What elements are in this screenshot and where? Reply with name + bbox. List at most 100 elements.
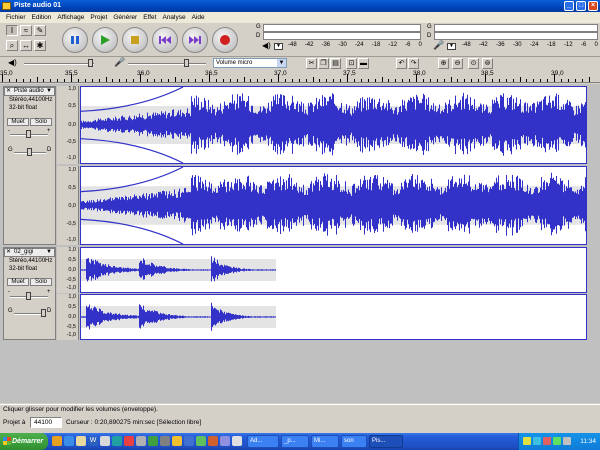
- track-2-left-waveform[interactable]: [80, 247, 587, 293]
- selection-tool-icon[interactable]: I: [6, 25, 18, 36]
- multi-tool-icon[interactable]: ✱: [34, 40, 46, 51]
- track-name-button[interactable]: ✕ Piste audio ▼: [4, 87, 55, 96]
- menu-affichage[interactable]: Affichage: [54, 14, 87, 21]
- output-volume-slider[interactable]: [24, 63, 94, 65]
- quicklaunch-app-icon[interactable]: [148, 436, 158, 446]
- track-name-button[interactable]: ✕ 02_gigi ▼: [4, 248, 55, 257]
- copy-icon[interactable]: ❐: [318, 58, 329, 69]
- meter-left-label: G: [256, 24, 261, 30]
- speaker-icon[interactable]: ◀): [262, 41, 271, 50]
- input-source-select[interactable]: Volume micro ▼: [213, 58, 287, 68]
- ruler-tick: [436, 79, 438, 82]
- close-track-icon[interactable]: ✕: [6, 249, 11, 256]
- ruler-tick: [202, 79, 204, 82]
- play-button[interactable]: [92, 27, 118, 53]
- undo-icon[interactable]: ↶: [396, 58, 407, 69]
- draw-tool-icon[interactable]: ✎: [34, 25, 46, 36]
- solo-button[interactable]: Solo: [30, 118, 52, 126]
- quicklaunch-ie-icon[interactable]: [64, 436, 74, 446]
- mute-button[interactable]: Muet: [7, 118, 29, 126]
- quicklaunch-folder-icon[interactable]: [52, 436, 62, 446]
- trim-icon[interactable]: ⊡: [346, 58, 357, 69]
- fit-project-icon[interactable]: ⊚: [482, 58, 493, 69]
- record-button[interactable]: [212, 27, 238, 53]
- quicklaunch-app-icon[interactable]: [208, 436, 218, 446]
- zoom-out-icon[interactable]: ⊖: [452, 58, 463, 69]
- quicklaunch-word-icon[interactable]: W: [88, 436, 98, 446]
- track-2-right-waveform[interactable]: [80, 294, 587, 340]
- time-shift-tool-icon[interactable]: ↔: [20, 40, 32, 51]
- zoom-in-icon[interactable]: ⊕: [438, 58, 449, 69]
- ruler-label: 38,5: [481, 70, 494, 77]
- quicklaunch-app-icon[interactable]: [124, 436, 134, 446]
- menu-projet[interactable]: Projet: [87, 14, 110, 21]
- record-meter-menu-icon[interactable]: ▼: [447, 43, 456, 50]
- tray-icon[interactable]: [523, 437, 531, 445]
- gain-thumb[interactable]: [26, 130, 31, 138]
- stop-button[interactable]: [122, 27, 148, 53]
- quicklaunch-app-icon[interactable]: [160, 436, 170, 446]
- ruler-tick: [402, 79, 404, 82]
- volume-tray-icon[interactable]: [563, 437, 571, 445]
- close-button[interactable]: ×: [588, 1, 598, 11]
- quicklaunch-app-icon[interactable]: [100, 436, 110, 446]
- maximize-button[interactable]: □: [576, 1, 586, 11]
- pan-thumb[interactable]: [41, 309, 46, 317]
- pause-icon: [71, 36, 79, 44]
- menu-analyse[interactable]: Analyse: [159, 14, 188, 21]
- menu-edition[interactable]: Edition: [29, 14, 55, 21]
- pause-button[interactable]: [62, 27, 88, 53]
- timeline-ruler[interactable]: 35,0 35,5 36,0 36,5 37,0 37,5 38,0 38,5 …: [0, 69, 600, 83]
- track-1-right-waveform[interactable]: [80, 166, 587, 245]
- play-meter-menu-icon[interactable]: ▼: [274, 43, 283, 50]
- quicklaunch-mail-icon[interactable]: [76, 436, 86, 446]
- tray-icon[interactable]: [553, 437, 561, 445]
- quicklaunch-app-icon[interactable]: [232, 436, 242, 446]
- track-2-right-scale: 1,0 0,5 0,0 -0,5 -1,0: [57, 294, 79, 340]
- ruler-tick: [395, 79, 397, 82]
- ruler-label: 36,5: [205, 70, 218, 77]
- envelope-tool-icon[interactable]: ≈: [20, 25, 32, 36]
- taskbar-task[interactable]: _p...: [281, 435, 309, 448]
- mute-button[interactable]: Muet: [7, 278, 29, 286]
- taskbar-task[interactable]: Mi...: [311, 435, 339, 448]
- redo-icon[interactable]: ↷: [408, 58, 419, 69]
- skip-end-button[interactable]: [182, 27, 208, 53]
- tray-icon[interactable]: [543, 437, 551, 445]
- input-volume-slider[interactable]: [128, 63, 206, 65]
- silence-icon[interactable]: ▬: [358, 58, 369, 69]
- track-menu-icon[interactable]: ▼: [46, 249, 52, 256]
- menu-generer[interactable]: Générer: [110, 14, 140, 21]
- quicklaunch-app-icon[interactable]: [220, 436, 230, 446]
- skip-start-button[interactable]: [152, 27, 178, 53]
- quicklaunch-app-icon[interactable]: [136, 436, 146, 446]
- taskbar-task[interactable]: son: [341, 435, 367, 448]
- ruler-label: 37,5: [343, 70, 356, 77]
- solo-button[interactable]: Solo: [30, 278, 52, 286]
- pan-thumb[interactable]: [27, 148, 32, 156]
- zoom-tool-icon[interactable]: ⌕: [6, 40, 18, 51]
- quicklaunch-app-icon[interactable]: [196, 436, 206, 446]
- minimize-button[interactable]: _: [564, 1, 574, 11]
- fit-selection-icon[interactable]: ⊙: [468, 58, 479, 69]
- track-menu-icon[interactable]: ▼: [46, 88, 52, 95]
- input-volume-thumb[interactable]: [184, 59, 189, 67]
- paste-icon[interactable]: ▤: [330, 58, 341, 69]
- menu-aide[interactable]: Aide: [189, 14, 208, 21]
- cut-icon[interactable]: ✂: [306, 58, 317, 69]
- track-1-left-waveform[interactable]: [80, 86, 587, 164]
- project-rate-field[interactable]: 44100: [30, 417, 62, 428]
- quicklaunch-app-icon[interactable]: [112, 436, 122, 446]
- taskbar-task[interactable]: Ad...: [247, 435, 279, 448]
- tray-icon[interactable]: [533, 437, 541, 445]
- output-volume-thumb[interactable]: [88, 59, 93, 67]
- quicklaunch-app-icon[interactable]: [172, 436, 182, 446]
- menu-effet[interactable]: Effet: [140, 14, 159, 21]
- taskbar-task-active[interactable]: Pis...: [369, 435, 403, 448]
- gain-thumb[interactable]: [26, 292, 31, 300]
- play-scale-tick: -6: [405, 42, 411, 48]
- menu-fichier[interactable]: Fichier: [3, 14, 29, 21]
- microphone-icon[interactable]: 🎤: [433, 40, 444, 51]
- close-track-icon[interactable]: ✕: [6, 88, 11, 95]
- quicklaunch-app-icon[interactable]: [184, 436, 194, 446]
